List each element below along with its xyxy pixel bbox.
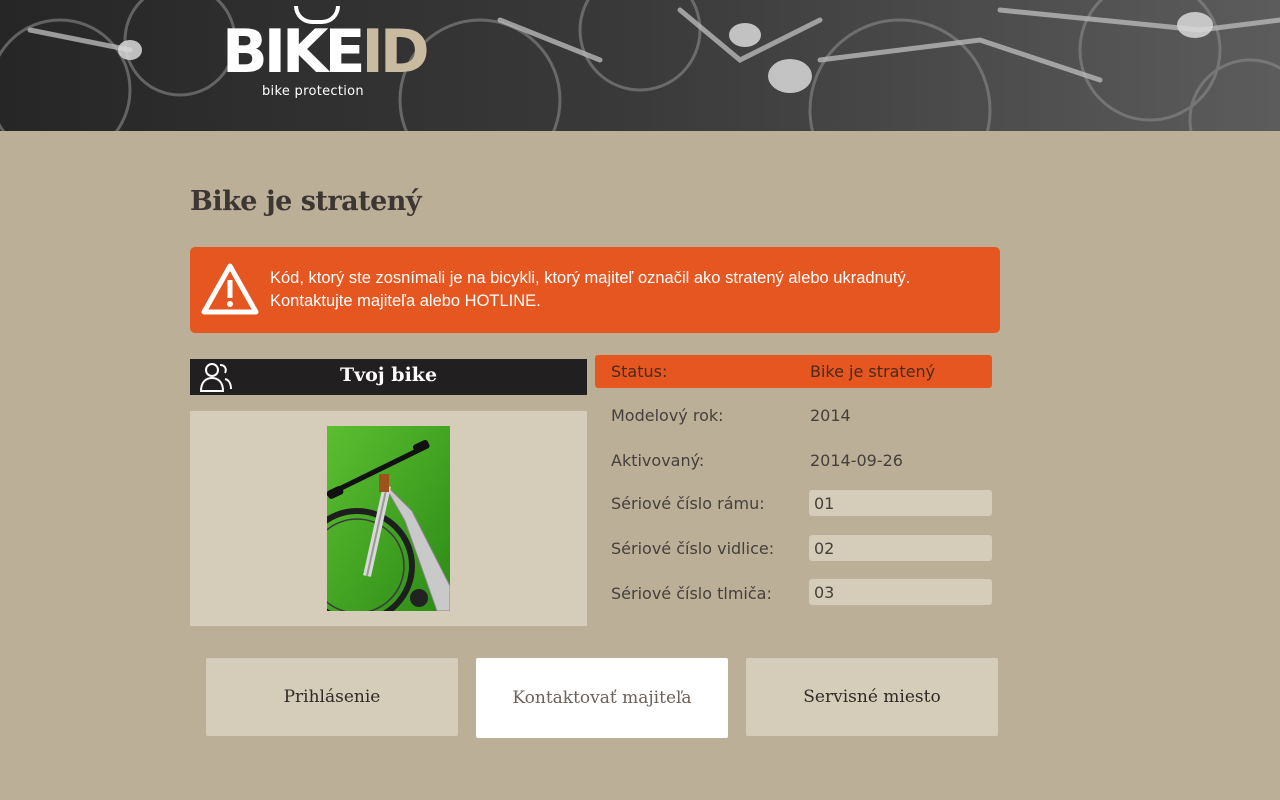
fork-serial-field: 02 <box>809 535 992 561</box>
bike-photo-image <box>327 426 450 611</box>
bike-photo-container <box>190 411 587 626</box>
fork-serial-row: Sériové číslo vidlice: 02 <box>595 535 992 568</box>
frame-serial-value: 01 <box>814 494 835 513</box>
model-year-row: Modelový rok: 2014 <box>595 399 992 432</box>
model-year-value: 2014 <box>810 406 851 425</box>
activated-row: Aktivovaný: 2014-09-26 <box>595 444 992 477</box>
bike-photo[interactable] <box>327 426 450 611</box>
service-point-button[interactable]: Servisné miesto <box>746 658 998 736</box>
page-title: Bike je stratený <box>190 186 422 217</box>
alert-message: Kód, ktorý ste zosnímali je na bicykli, … <box>270 267 910 313</box>
logo-tagline: bike protection <box>262 84 364 99</box>
lost-bike-alert: Kód, ktorý ste zosnímali je na bicykli, … <box>190 247 1000 333</box>
alert-line-1: Kód, ktorý ste zosnímali je na bicykli, … <box>270 269 911 287</box>
shock-serial-value: 03 <box>814 583 835 602</box>
activated-value: 2014-09-26 <box>810 451 903 470</box>
shock-serial-label: Sériové číslo tlmiča: <box>611 584 772 603</box>
fork-serial-label: Sériové číslo vidlice: <box>611 539 775 558</box>
bikeid-logo[interactable]: BIKEID bike protection <box>222 6 430 110</box>
login-button[interactable]: Prihlásenie <box>206 658 458 736</box>
bicycles-background-image <box>0 0 1280 131</box>
fork-serial-value: 02 <box>814 539 835 558</box>
frame-serial-row: Sériové číslo rámu: 01 <box>595 490 992 523</box>
logo-wordmark: BIKEID <box>222 17 430 87</box>
warning-triangle-icon <box>201 263 259 315</box>
frame-serial-label: Sériové číslo rámu: <box>611 494 765 513</box>
shock-serial-field: 03 <box>809 579 992 605</box>
model-year-label: Modelový rok: <box>611 406 724 425</box>
your-bike-title: Tvoj bike <box>339 364 438 386</box>
status-label: Status: <box>611 362 668 381</box>
activated-label: Aktivovaný: <box>611 451 705 470</box>
alert-line-2: Kontaktujte majiteľa alebo HOTLINE. <box>270 292 541 310</box>
contact-owner-button[interactable]: Kontaktovať majiteľa <box>476 658 728 738</box>
frame-serial-field: 01 <box>809 490 992 516</box>
shock-serial-row: Sériové číslo tlmiča: 03 <box>595 579 992 612</box>
header-banner: BIKEID bike protection <box>0 0 1280 131</box>
status-value: Bike je stratený <box>810 362 936 381</box>
status-row: Status: Bike je stratený <box>595 355 992 388</box>
your-bike-header: Tvoj bike <box>190 359 587 395</box>
